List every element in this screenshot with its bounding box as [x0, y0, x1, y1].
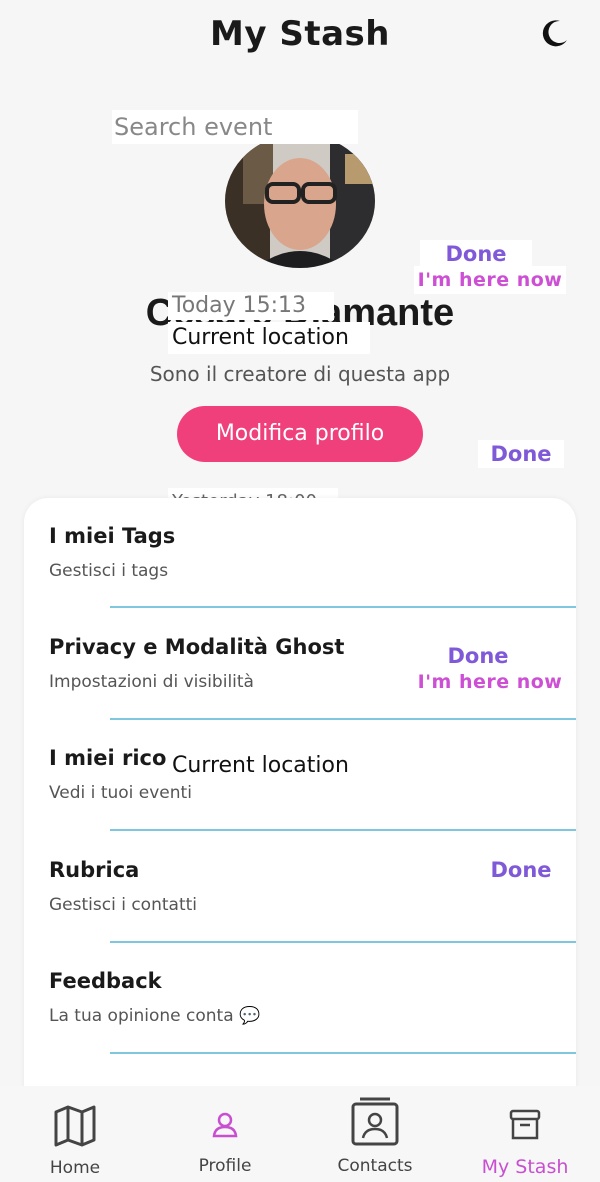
menu-item-subtitle: Gestisci i contatti [49, 895, 197, 915]
done-button[interactable]: Done [420, 240, 532, 268]
archive-icon [509, 1109, 541, 1140]
nav-my-stash[interactable]: My Stash [450, 1086, 600, 1182]
nav-profile[interactable]: Profile [150, 1086, 300, 1182]
current-location-label: Current location [168, 750, 374, 782]
nav-home[interactable]: Home [0, 1086, 150, 1182]
menu-item-title: I miei rico [49, 746, 167, 770]
settings-card: I miei Tags Gestisci i tags Privacy e Mo… [24, 498, 576, 1118]
contacts-icon [351, 1097, 399, 1146]
divider [110, 829, 576, 831]
nav-label: Home [49, 1158, 101, 1178]
menu-item-title: Feedback [49, 969, 162, 993]
menu-item-subtitle: Vedi i tuoi eventi [49, 783, 192, 803]
here-now-button[interactable]: I'm here now [414, 266, 566, 294]
menu-item-tags[interactable]: I miei Tags Gestisci i tags [24, 498, 576, 609]
current-location-label: Current location [168, 322, 370, 354]
nav-contacts[interactable]: Contacts [300, 1086, 450, 1182]
menu-item-feedback[interactable]: Feedback La tua opinione conta 💬 [24, 943, 576, 1054]
menu-item-title: I miei Tags [49, 524, 176, 548]
event-time-today: Today 15:13 [168, 292, 334, 320]
avatar[interactable] [225, 134, 375, 268]
menu-item-subtitle: Gestisci i tags [49, 561, 169, 581]
profile-bio: Sono il creatore di questa app [149, 362, 451, 386]
done-button[interactable]: Done [428, 642, 528, 670]
done-button[interactable]: Done [478, 440, 564, 468]
divider [110, 1052, 576, 1054]
bottom-nav: Home Profile Contacts My Stash [0, 1086, 600, 1182]
avatar-photo [225, 134, 375, 268]
moon-icon[interactable] [540, 18, 570, 48]
nav-label: Contacts [337, 1156, 413, 1176]
menu-item-title: Rubrica [49, 858, 140, 882]
menu-item-title: Privacy e Modalità Ghost [49, 635, 345, 659]
done-button[interactable]: Done [478, 856, 564, 884]
menu-item-contacts[interactable]: Rubrica Gestisci i contatti [24, 832, 576, 943]
menu-item-subtitle: La tua opinione conta 💬 [49, 1006, 261, 1026]
person-icon [212, 1112, 238, 1138]
map-icon [54, 1105, 96, 1147]
nav-label: Profile [198, 1156, 252, 1176]
here-now-button[interactable]: I'm here now [414, 668, 566, 696]
menu-item-subtitle: Impostazioni di visibilità [49, 672, 254, 692]
page-title: My Stash [210, 14, 390, 54]
divider [110, 606, 576, 608]
nav-label: My Stash [481, 1156, 569, 1178]
search-input[interactable]: Search event [112, 110, 358, 144]
edit-profile-button[interactable]: Modifica profilo [177, 406, 423, 462]
